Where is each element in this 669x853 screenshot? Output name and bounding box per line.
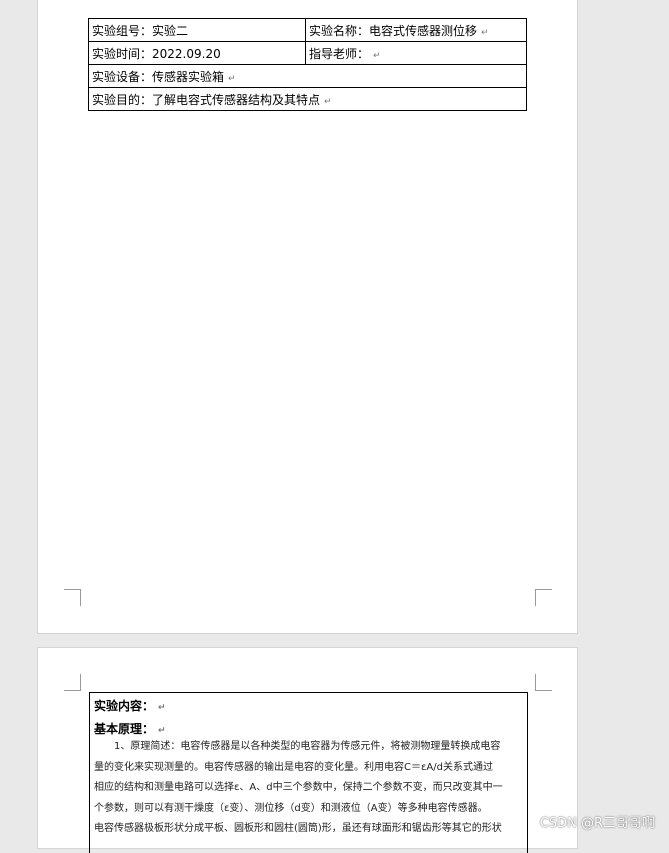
margin-corner-top-left: [64, 674, 81, 691]
margin-corner-bottom-left: [64, 589, 81, 606]
table-row: 实验组号：实验二 实验名称：电容式传感器测位移 ↵: [88, 18, 527, 42]
paragraph-line: 1、原理简述：电容传感器是以各种类型的电容器为传感元件，将被测物理量转换成电容: [114, 741, 501, 752]
experiment-date-cell[interactable]: 实验时间：2022.09.20: [88, 41, 306, 65]
experiment-info-table: 实验组号：实验二 实验名称：电容式传感器测位移 ↵ 实验时间：2022.09.20…: [88, 18, 527, 111]
margin-corner-bottom-right: [535, 589, 552, 606]
instructor-cell[interactable]: 指导老师： ↵: [305, 41, 527, 65]
paragraph-line: 个参数，则可以有测干燥度（ε变）、测位移（d变）和测液位（A变）等多种电容传感器…: [94, 802, 488, 814]
equipment-cell[interactable]: 实验设备：传感器实验箱 ↵: [88, 64, 527, 88]
paragraph-line: 量的变化来实现测量的。电容传感器的输出是电容的变化量。利用电容C＝εA/d关系式…: [94, 761, 493, 773]
previous-line-cut-off: [88, 0, 528, 4]
table-row: 实验设备：传感器实验箱 ↵: [88, 64, 527, 88]
document-page-2: 实验内容： ↵ 基本原理： ↵ 1、原理简述：电容传感器是以各种类型的电容器为传感元…: [38, 648, 577, 853]
basic-principle-heading: 基本原理： ↵: [94, 722, 166, 736]
document-page-1: 实验组号：实验二 实验名称：电容式传感器测位移 ↵ 实验时间：2022.09.20…: [38, 0, 577, 633]
csdn-watermark: CSDN @R三哥哥啊: [539, 816, 655, 831]
experiment-content-heading: 实验内容： ↵: [94, 699, 166, 713]
paragraph-line: 电容传感器极板形状分成平板、圆板形和圆柱(圆筒)形，虽还有球面形和锯齿形等其它的…: [94, 823, 502, 834]
experiment-name-cell[interactable]: 实验名称：电容式传感器测位移 ↵: [305, 18, 527, 42]
margin-corner-top-right: [535, 674, 552, 691]
table-row: 实验目的：了解电容式传感器结构及其特点 ↵: [88, 87, 527, 111]
experiment-content-box[interactable]: 实验内容： ↵ 基本原理： ↵ 1、原理简述：电容传感器是以各种类型的电容器为传感元…: [89, 692, 528, 853]
paragraph-line: 相应的结构和测量电路可以选择ε、A、d中三个参数中，保持二个参数不变，而只改变其…: [94, 782, 503, 793]
principle-paragraph: 1、原理简述：电容传感器是以各种类型的电容器为传感元件，将被测物理量转换成电容 …: [94, 737, 524, 840]
table-row: 实验时间：2022.09.20 指导老师： ↵: [88, 41, 527, 65]
group-number-cell[interactable]: 实验组号：实验二: [88, 18, 306, 42]
purpose-cell[interactable]: 实验目的：了解电容式传感器结构及其特点 ↵: [88, 87, 527, 111]
